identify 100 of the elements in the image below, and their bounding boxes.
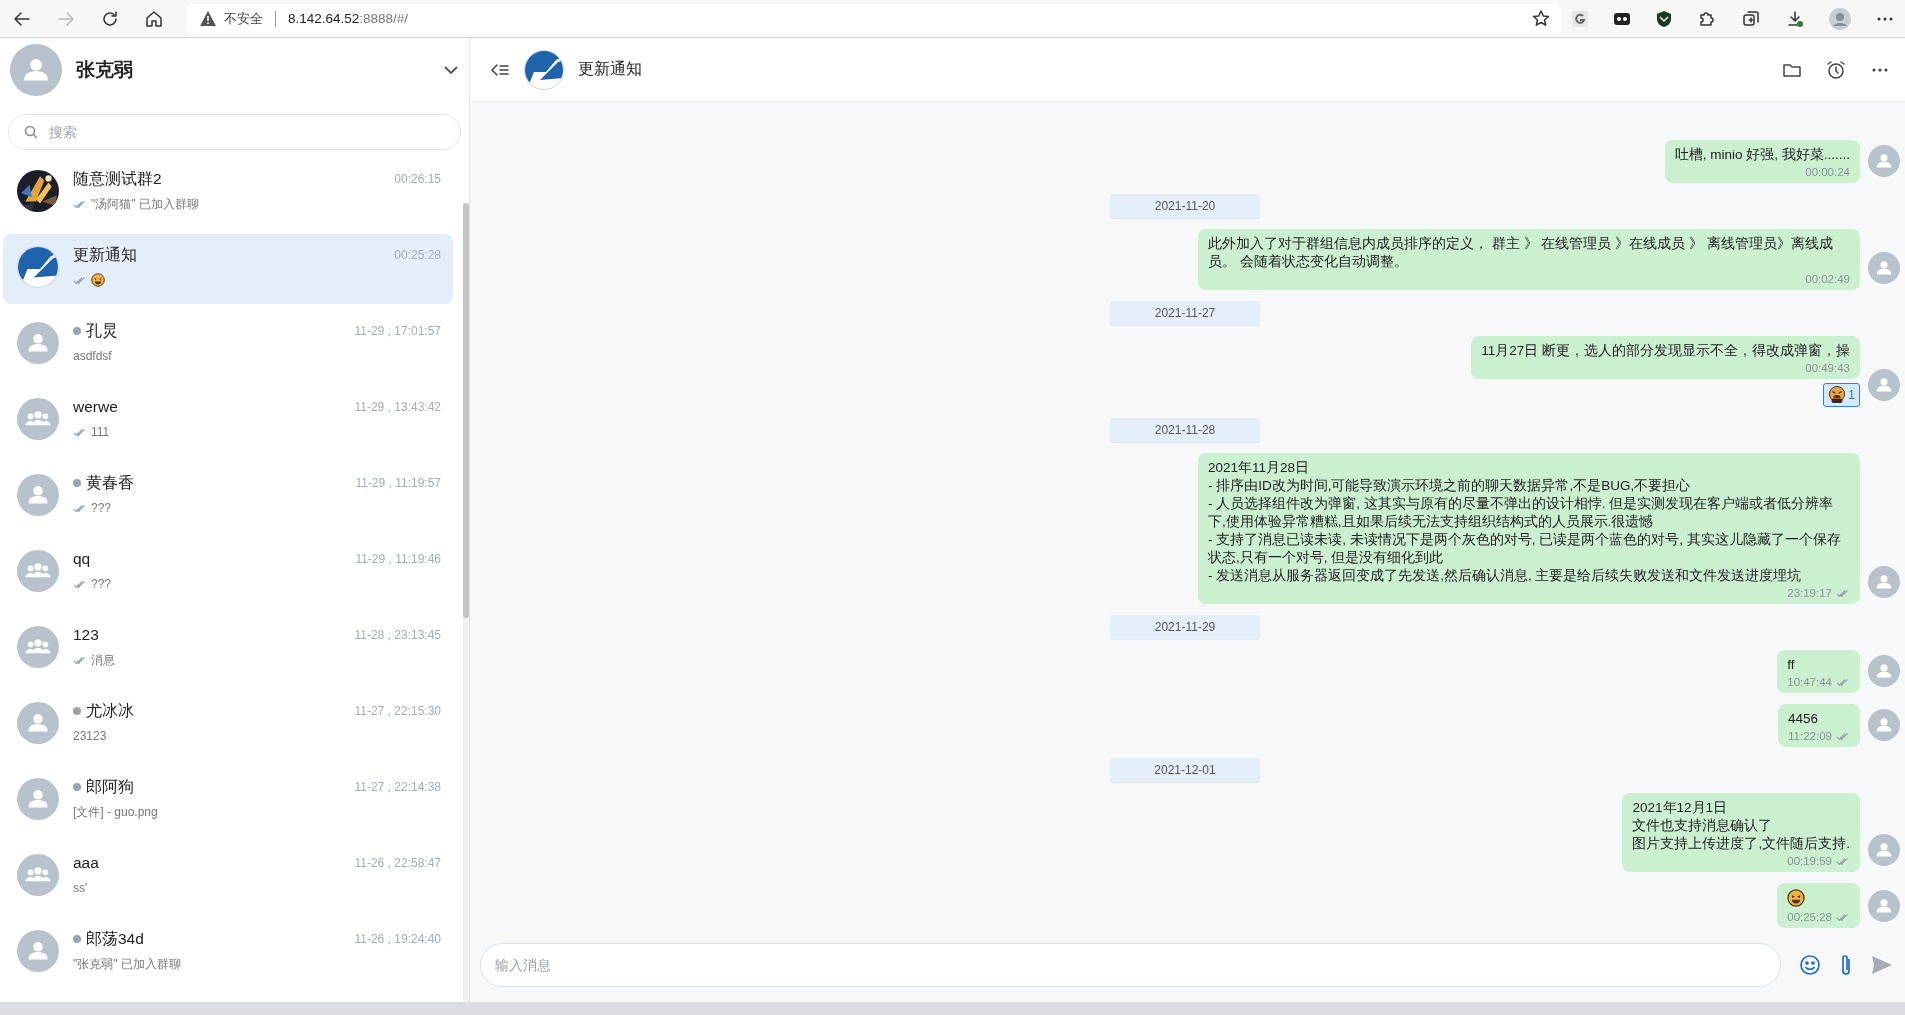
message-text: 4456 <box>1788 710 1820 728</box>
conversation-item[interactable]: werwe 11-29 , 13:43:42 111 <box>3 386 453 456</box>
smiley-icon[interactable] <box>1799 954 1821 976</box>
logo-icon <box>17 246 59 288</box>
message-time: 11:22:09 <box>1788 730 1832 742</box>
conversation-item[interactable]: 孔炅 11-29 , 17:01:57 asdfdsf <box>3 310 453 380</box>
conversation-item[interactable]: 郎荡34d 11-26 , 19:24:40 "张克弱" 已加入群聊 <box>3 918 453 988</box>
alarm-icon[interactable] <box>1825 58 1847 81</box>
message-preview: [文件] - guo.png <box>73 803 158 821</box>
conversation-time: 11-27 , 22:15:30 <box>354 704 441 718</box>
conversation-item[interactable]: aaa 11-26 , 22:58:47 ss' <box>3 842 453 912</box>
message-text: 2021年12月1日 <box>1632 799 1729 817</box>
double-check-icon <box>73 199 87 209</box>
date-separator: 2021-12-01 <box>1110 758 1260 782</box>
collections-icon[interactable] <box>1741 8 1761 29</box>
conversation-item[interactable]: 郎阿狗 11-27 , 22:14:38 [文件] - guo.png <box>3 766 453 836</box>
avatar-icon <box>17 778 59 820</box>
address-bar[interactable]: 不安全 8.142.64.52:8888/#/ <box>186 3 1561 34</box>
avatar-icon <box>17 702 59 744</box>
message-text: - 排序由ID改为时间,可能导致演示环境之前的聊天数据异常,不是BUG,不要担心 <box>1208 477 1692 495</box>
message-text: 此外加入了对于群组信息内成员排序的定义， 群主 》 在线管理员 》在线成员 》 离线管理员》离线成员。 会随着状态变化自动调整。 <box>1208 235 1834 271</box>
warning-icon <box>200 11 216 26</box>
avatar-icon <box>17 930 59 972</box>
shield-icon[interactable] <box>1655 9 1673 28</box>
message-text: - 人员选择组件改为弹窗, 这其实与原有的尽量不弹出的设计相悖. 但是实测发现在客户端或者低分辨率下,使用体验异常糟糕,且如果后续无法支持组织结构式的人员展示.很遗憾 <box>1208 495 1835 531</box>
date-separator: 2021-11-27 <box>1110 301 1260 325</box>
avatar-icon <box>1868 145 1900 177</box>
avatar-icon <box>1868 655 1900 687</box>
conversation-time: 11-26 , 22:58:47 <box>354 856 441 870</box>
attachment-icon[interactable] <box>1839 953 1853 977</box>
conversation-item[interactable]: 123 11-28 , 23:13:45 消息 <box>3 614 453 684</box>
reaction-badge[interactable]: 1 <box>1823 383 1860 407</box>
message-preview: ??? <box>91 577 112 591</box>
conversation-time: 00:25:28 <box>394 248 441 262</box>
reload-icon[interactable] <box>100 8 120 29</box>
conversation-item[interactable]: 尤冰冰 11-27 , 22:15:30 23123 <box>3 690 453 760</box>
avatar-icon <box>1868 709 1900 741</box>
profile-icon[interactable] <box>1829 7 1851 30</box>
message-input[interactable]: 输入消息 <box>480 943 1781 987</box>
message-text: - 发送消息从服务器返回变成了先发送,然后确认消息, 主要是给后续失败发送和文件发送进度埋坑 <box>1208 567 1803 585</box>
favorite-icon[interactable] <box>1531 8 1551 29</box>
message-text: 吐槽, minio 好强, 我好菜....... <box>1674 146 1850 164</box>
avatar-icon <box>1868 834 1900 866</box>
chevron-down-icon[interactable] <box>443 65 459 75</box>
message-time: 00:19:59 <box>1787 855 1832 867</box>
group-avatar-icon <box>17 398 59 440</box>
double-check-icon <box>1836 588 1850 598</box>
url-text: 8.142.64.52:8888/#/ <box>288 11 410 26</box>
conversation-item[interactable]: qq 11-29 , 11:19:46 ??? <box>3 538 453 608</box>
conversation-name: qq <box>73 550 92 568</box>
conversation-name: werwe <box>73 398 119 416</box>
group-avatar-icon <box>17 626 59 668</box>
download-icon[interactable] <box>1785 8 1805 29</box>
double-check-icon <box>73 427 87 437</box>
user-avatar-icon <box>10 44 62 96</box>
search-field[interactable]: 搜索 <box>8 114 461 150</box>
conversation-name: 黄春香 <box>86 472 135 493</box>
conversation-name: 123 <box>73 626 100 644</box>
date-separator: 2021-11-28 <box>1110 418 1260 442</box>
avatar-icon <box>1868 252 1900 284</box>
conversation-time: 11-28 , 23:13:45 <box>354 628 441 642</box>
message-time: 00:02:49 <box>1805 273 1850 285</box>
security-label: 不安全 <box>224 9 263 28</box>
logo-icon <box>524 49 564 90</box>
double-check-icon <box>1836 677 1850 687</box>
conversation-time: 11-26 , 19:24:40 <box>354 932 441 946</box>
face-icon <box>1828 386 1847 404</box>
message-text: 11月27日 断更，选人的部分发现显示不全，得改成弹窗，操 <box>1481 342 1850 360</box>
message-preview: asdfdsf <box>73 349 112 363</box>
avatar-icon <box>17 474 59 516</box>
message-text: 图片支持上传进度了,文件随后支持. <box>1632 835 1850 853</box>
group-avatar-icon <box>17 550 59 592</box>
scrollbar[interactable] <box>463 203 469 1002</box>
avatar-icon <box>17 322 59 364</box>
reaction-count: 1 <box>1848 388 1855 402</box>
conversation-name: 尤冰冰 <box>86 700 135 721</box>
conversation-time: 00:26:15 <box>394 172 441 186</box>
message-text: ff <box>1787 656 1796 674</box>
chat-title: 更新通知 <box>578 59 643 79</box>
group-avatar-icon <box>17 854 59 896</box>
message-preview: ss' <box>73 881 88 895</box>
conversation-name: 郎阿狗 <box>86 776 135 797</box>
conversation-time: 11-29 , 11:19:46 <box>355 552 441 566</box>
message-text: - 支持了消息已读未读, 未读情况下是两个灰色的对号, 已读是两个蓝色的对号, 其实这儿隐藏了一个保存状态,只有一个对号, 但是没有细化到此 <box>1208 531 1842 567</box>
message-preview: 23123 <box>73 729 107 743</box>
conversation-name: aaa <box>73 854 100 872</box>
message-text: 文件也支持消息确认了 <box>1632 817 1774 835</box>
conversation-time: 11-29 , 17:01:57 <box>354 324 441 338</box>
conversation-item[interactable]: 更新通知 00:25:28 <box>3 234 453 304</box>
message-preview: 消息 <box>91 651 115 669</box>
avatar-icon <box>1868 369 1900 401</box>
home-icon[interactable] <box>144 8 164 29</box>
conversation-name: 郎荡34d <box>86 928 145 949</box>
user-name: 张克弱 <box>76 58 134 82</box>
double-check-icon <box>73 655 87 665</box>
conversation-item[interactable]: 随意测试群2 00:26:15 "汤阿猫" 已加入群聊 <box>3 158 453 228</box>
date-separator: 2021-11-29 <box>1110 615 1260 639</box>
message-preview: "张克弱" 已加入群聊 <box>73 955 181 973</box>
conversation-item[interactable]: 黄春香 11-29 , 11:19:57 ??? <box>3 462 453 532</box>
date-separator: 2021-11-20 <box>1110 194 1260 218</box>
